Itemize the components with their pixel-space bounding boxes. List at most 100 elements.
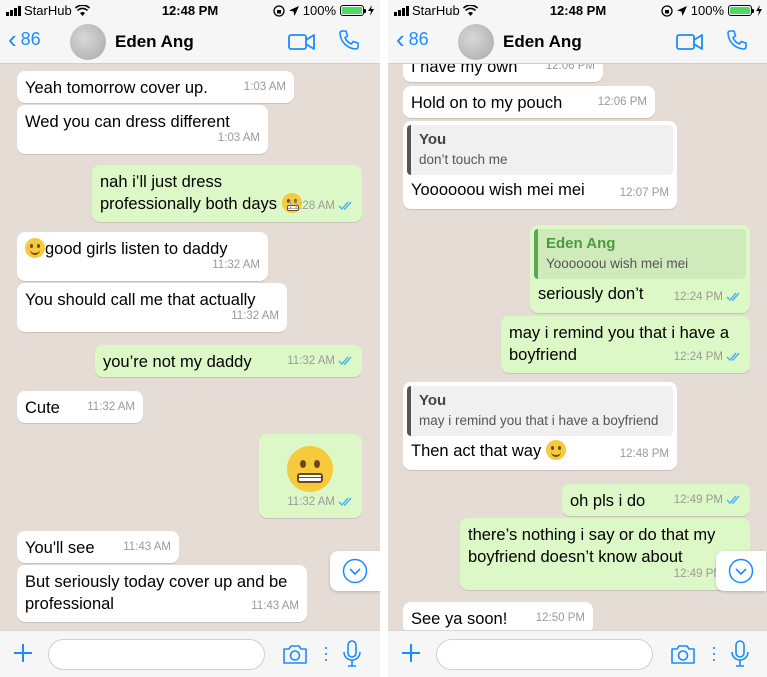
plus-icon[interactable] — [400, 642, 422, 664]
status-bar: StarHub 12:48 PM 100% — [0, 0, 380, 20]
video-call-icon[interactable] — [288, 33, 315, 51]
quoted-author: You — [419, 392, 447, 409]
message-outgoing[interactable]: nah i’ll just dress professionally both … — [92, 165, 362, 222]
message-text: you’re not my daddy — [103, 353, 252, 371]
location-icon — [676, 5, 687, 16]
status-right: 100% — [661, 3, 762, 18]
message-incoming[interactable]: Yeah tomorrow cover up. 1:03 AM — [17, 71, 294, 103]
battery-percent: 100% — [302, 3, 336, 18]
message-input[interactable] — [48, 639, 265, 670]
battery-icon — [340, 5, 366, 16]
message-time: 11:32 AM — [212, 259, 260, 271]
chat-area[interactable]: Yeah tomorrow cover up. 1:03 AM Wed you … — [0, 64, 380, 630]
quoted-text: may i remind you that i have a boyfriend — [419, 413, 659, 428]
more-icon[interactable]: · · · — [323, 638, 329, 668]
message-incoming[interactable]: But seriously today cover up and be prof… — [17, 565, 307, 622]
message-outgoing-reply[interactable]: Eden Ang Yoooooou wish mei mei seriously… — [530, 225, 750, 313]
message-meta: 11:28 AM — [287, 195, 354, 217]
message-incoming[interactable]: You'll see 11:43 AM — [17, 531, 179, 563]
message-input[interactable] — [436, 639, 653, 670]
message-incoming[interactable]: Hold on to my pouch 12:06 PM — [403, 86, 655, 118]
chat-area[interactable]: I have my own 12:06 PM Hold on to my pou… — [388, 64, 767, 630]
status-right: 100% — [273, 3, 374, 18]
message-time: 11:43 AM — [123, 541, 171, 553]
quoted-text: Yoooooou wish mei mei — [546, 256, 689, 271]
double-check-icon — [726, 292, 740, 302]
avatar[interactable] — [458, 24, 494, 60]
message-text: See ya soon! — [411, 610, 508, 628]
message-meta: 12:24 PM — [674, 346, 742, 368]
microphone-icon[interactable] — [343, 640, 361, 668]
message-time: 12:06 PM — [597, 96, 647, 108]
message-time: 12:24 PM — [673, 351, 723, 363]
quoted-message[interactable]: Eden Ang Yoooooou wish mei mei — [534, 229, 746, 279]
video-call-icon[interactable] — [676, 33, 703, 51]
status-bar: StarHub 12:48 PM 100% — [388, 0, 767, 20]
lock-rotation-icon — [273, 4, 285, 17]
message-text: seriously don’t — [538, 285, 644, 303]
input-bar: · · · — [388, 630, 767, 677]
left-screenshot: StarHub 12:48 PM 100% ‹ 86 Eden Ang Yeah… — [0, 0, 380, 677]
double-check-icon — [338, 497, 352, 507]
microphone-icon[interactable] — [731, 640, 749, 668]
battery-percent: 100% — [690, 3, 724, 18]
message-text: I have my own — [411, 64, 518, 76]
message-text: Then act that way — [411, 442, 542, 460]
camera-icon[interactable] — [282, 643, 308, 665]
location-icon — [288, 5, 299, 16]
message-outgoing[interactable]: there’s nothing i say or do that my boyf… — [460, 518, 750, 590]
lock-rotation-icon — [661, 4, 673, 17]
unread-count: 86 — [20, 29, 41, 49]
message-incoming[interactable]: I have my own 12:06 PM — [403, 64, 603, 82]
message-text: good girls listen to daddy — [45, 240, 228, 258]
message-outgoing-emoji[interactable]: 11:32 AM — [259, 434, 362, 518]
message-time: 12:06 PM — [545, 64, 595, 72]
quoted-author: You — [419, 131, 447, 148]
message-incoming[interactable]: See ya soon! 12:50 PM — [403, 602, 593, 630]
message-text: But seriously today cover up and be prof… — [25, 573, 288, 613]
phone-icon[interactable] — [338, 29, 360, 51]
message-incoming[interactable]: good girls listen to daddy 11:32 AM — [17, 232, 268, 281]
plus-icon[interactable] — [12, 642, 34, 664]
smiling-emoji — [25, 238, 45, 258]
message-incoming-reply[interactable]: You don’t touch me Yoooooou wish mei mei… — [403, 121, 677, 209]
message-text: there’s nothing i say or do that my boyf… — [468, 526, 716, 566]
message-text: Cute — [25, 399, 60, 417]
phone-icon[interactable] — [726, 29, 748, 51]
quoted-message[interactable]: You may i remind you that i have a boyfr… — [407, 386, 673, 436]
contact-name[interactable]: Eden Ang — [503, 32, 582, 52]
message-text: nah i’ll just dress professionally both … — [100, 173, 278, 213]
message-outgoing[interactable]: may i remind you that i have a boyfriend… — [501, 316, 750, 373]
message-time: 12:24 PM — [673, 291, 723, 303]
message-incoming-reply[interactable]: You may i remind you that i have a boyfr… — [403, 382, 677, 470]
more-icon[interactable]: · · · — [711, 638, 717, 668]
quoted-author: Eden Ang — [546, 235, 616, 252]
message-time: 11:32 AM — [287, 355, 335, 367]
scroll-down-button[interactable] — [330, 551, 380, 591]
back-button[interactable]: ‹ 86 — [396, 26, 429, 52]
scroll-down-button[interactable] — [716, 551, 766, 591]
message-outgoing[interactable]: oh pls i do 12:49 PM — [562, 484, 750, 516]
chevron-down-icon — [728, 558, 754, 584]
message-outgoing[interactable]: you’re not my daddy 11:32 AM — [95, 345, 362, 377]
message-time: 1:03 AM — [217, 132, 260, 144]
message-incoming[interactable]: Wed you can dress different 1:03 AM — [17, 105, 268, 154]
message-incoming[interactable]: Cute 11:32 AM — [17, 391, 143, 423]
camera-icon[interactable] — [670, 643, 696, 665]
quoted-message[interactable]: You don’t touch me — [407, 125, 673, 175]
message-text: Hold on to my pouch — [411, 94, 563, 112]
message-text: Wed you can dress different — [25, 113, 230, 131]
message-time: 12:50 PM — [535, 612, 585, 624]
message-time: 11:32 AM — [87, 401, 135, 413]
input-bar: · · · — [0, 630, 380, 677]
contact-name[interactable]: Eden Ang — [115, 32, 194, 52]
avatar[interactable] — [70, 24, 106, 60]
back-button[interactable]: ‹ 86 — [8, 26, 41, 52]
grimacing-emoji — [287, 446, 333, 492]
message-text: You should call me that actually — [25, 291, 256, 309]
right-screenshot: StarHub 12:48 PM 100% ‹ 86 Eden Ang I ha… — [388, 0, 767, 677]
message-time: 11:28 AM — [287, 200, 335, 212]
message-incoming[interactable]: You should call me that actually 11:32 A… — [17, 283, 287, 332]
message-meta: 11:32 AM — [287, 350, 354, 372]
message-meta: 12:49 PM — [674, 489, 742, 511]
